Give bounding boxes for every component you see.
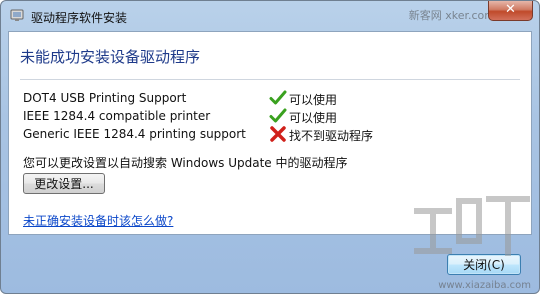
info-text: 您可以更改设置以自动搜索 Windows Update 中的驱动程序 (23, 156, 348, 170)
window-title: 驱动程序软件安装 (31, 11, 128, 25)
window-close-button[interactable]: ✕ (488, 1, 533, 21)
help-link[interactable]: 未正确安装设备时该怎么做? (23, 212, 173, 229)
change-settings-button[interactable]: 更改设置... (23, 173, 105, 194)
watermark-top: 新客网 xker.com (408, 9, 495, 22)
device-name: Generic IEEE 1284.4 printing support (23, 127, 246, 141)
device-row: DOT4 USB Printing Support 可以使用 (23, 90, 503, 107)
device-name: IEEE 1284.4 compatible printer (23, 109, 211, 123)
dialog-heading: 未能成功安装设备驱动程序 (20, 48, 201, 66)
watermark-logo-icon (414, 196, 530, 256)
error-x-icon (270, 126, 286, 142)
device-status-label: 找不到驱动程序 (289, 129, 374, 143)
device-status-label: 可以使用 (289, 111, 338, 125)
title-bar[interactable]: 驱动程序软件安装 新客网 xker.com ✕ (1, 1, 539, 31)
device-row: Generic IEEE 1284.4 printing support 找不到… (23, 126, 503, 143)
device-name: DOT4 USB Printing Support (23, 91, 187, 105)
check-icon (269, 90, 287, 105)
heading-separator (20, 79, 520, 80)
dialog-window: 驱动程序软件安装 新客网 xker.com ✕ 未能成功安装设备驱动程序 DOT… (0, 0, 540, 294)
check-icon (269, 108, 287, 123)
device-manager-icon (10, 9, 24, 21)
device-status-label: 可以使用 (289, 93, 338, 107)
watermark-bottom: www.xiazaiba.com (438, 280, 531, 291)
device-row: IEEE 1284.4 compatible printer 可以使用 (23, 108, 503, 125)
